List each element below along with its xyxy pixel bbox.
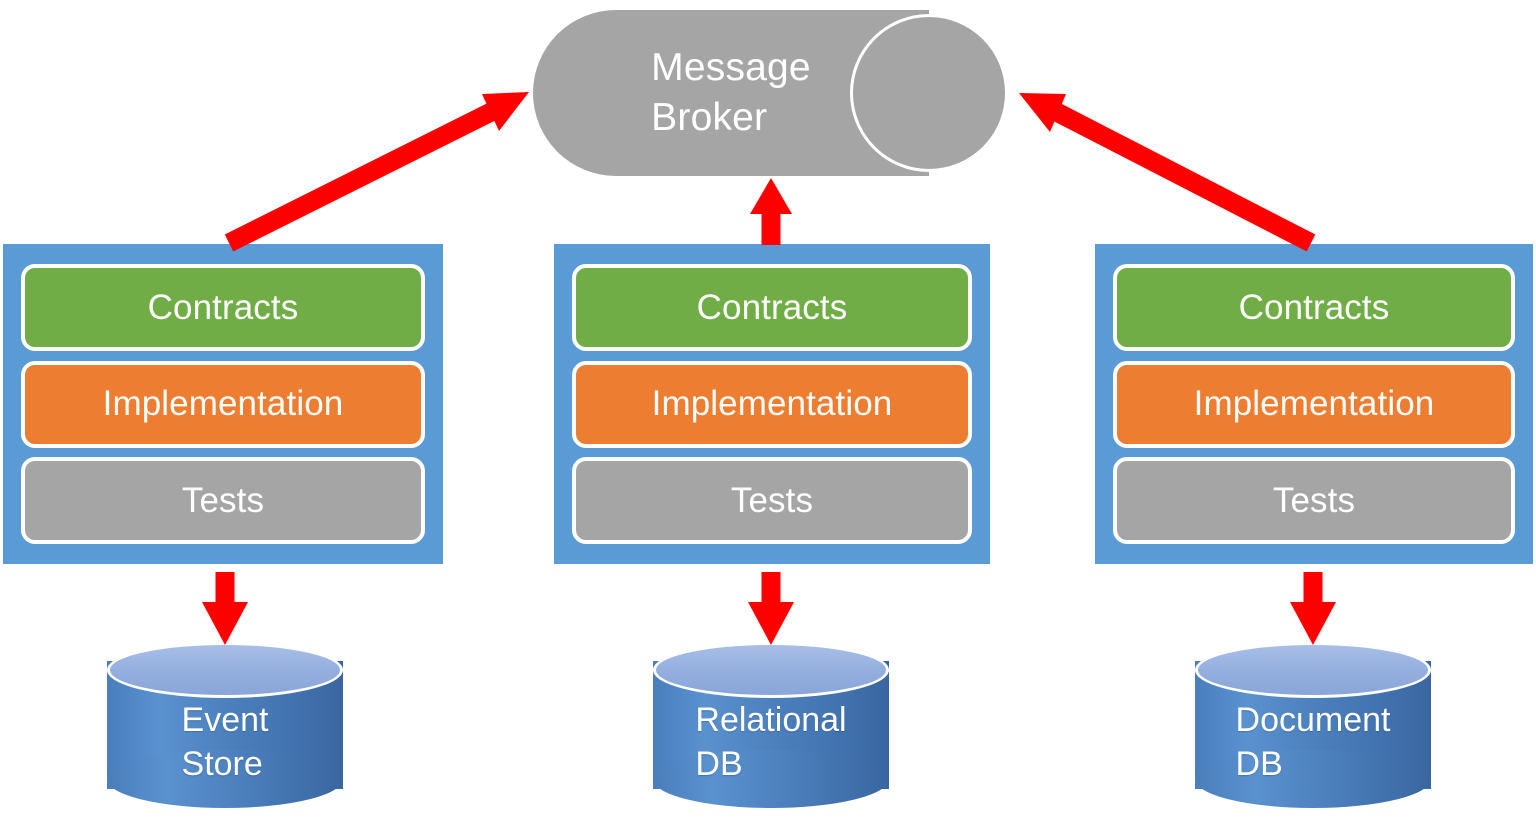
service-card-2[interactable]: Contracts Implementation Tests — [554, 244, 990, 564]
database-3-label: Document DB — [1235, 700, 1391, 783]
service-2-layer-contracts[interactable]: Contracts — [572, 264, 972, 351]
service-3-layer-contracts[interactable]: Contracts — [1113, 264, 1515, 351]
service-2-implementation-label: Implementation — [651, 384, 893, 423]
service-card-3[interactable]: Contracts Implementation Tests — [1095, 244, 1533, 564]
service-3-layers: Contracts Implementation Tests — [1113, 264, 1515, 544]
arrow-service3-to-broker — [1019, 93, 1316, 252]
service-1-layers: Contracts Implementation Tests — [21, 264, 425, 544]
arrow-service3-to-database3 — [1290, 572, 1336, 645]
service-2-tests-label: Tests — [730, 480, 814, 520]
service-3-implementation-label: Implementation — [1193, 384, 1435, 423]
database-1-label: Event Store — [181, 700, 269, 783]
message-broker-label: Message Broker — [651, 46, 811, 139]
arrow-service1-to-database1 — [202, 572, 248, 645]
service-2-layers: Contracts Implementation Tests — [572, 264, 972, 544]
message-broker-node[interactable]: Message Broker — [533, 10, 1008, 176]
service-2-contracts-label: Contracts — [696, 287, 848, 327]
database-cylinder-3[interactable]: Document DB — [1195, 642, 1431, 808]
database-2-label: Relational DB — [695, 700, 847, 783]
service-1-implementation-label: Implementation — [102, 384, 344, 423]
arrow-service2-to-broker — [750, 178, 792, 245]
arrow-service2-to-database2 — [748, 572, 794, 645]
service-1-layer-implementation[interactable]: Implementation — [21, 360, 425, 448]
service-1-contracts-label: Contracts — [147, 287, 299, 327]
service-2-layer-implementation[interactable]: Implementation — [572, 360, 972, 448]
service-2-layer-tests[interactable]: Tests — [572, 457, 972, 544]
database-cylinder-2[interactable]: Relational DB — [653, 642, 889, 808]
service-1-layer-contracts[interactable]: Contracts — [21, 264, 425, 351]
database-cylinder-1[interactable]: Event Store — [107, 642, 343, 808]
service-card-1[interactable]: Contracts Implementation Tests — [3, 244, 443, 564]
diagram-canvas: Message Broker Contracts Implementation … — [0, 0, 1536, 821]
service-3-layer-tests[interactable]: Tests — [1113, 457, 1515, 544]
service-1-layer-tests[interactable]: Tests — [21, 457, 425, 544]
service-3-tests-label: Tests — [1272, 480, 1356, 520]
service-3-contracts-label: Contracts — [1238, 287, 1390, 327]
service-3-layer-implementation[interactable]: Implementation — [1113, 360, 1515, 448]
service-1-tests-label: Tests — [181, 480, 265, 520]
arrow-service1-to-broker — [224, 92, 529, 252]
